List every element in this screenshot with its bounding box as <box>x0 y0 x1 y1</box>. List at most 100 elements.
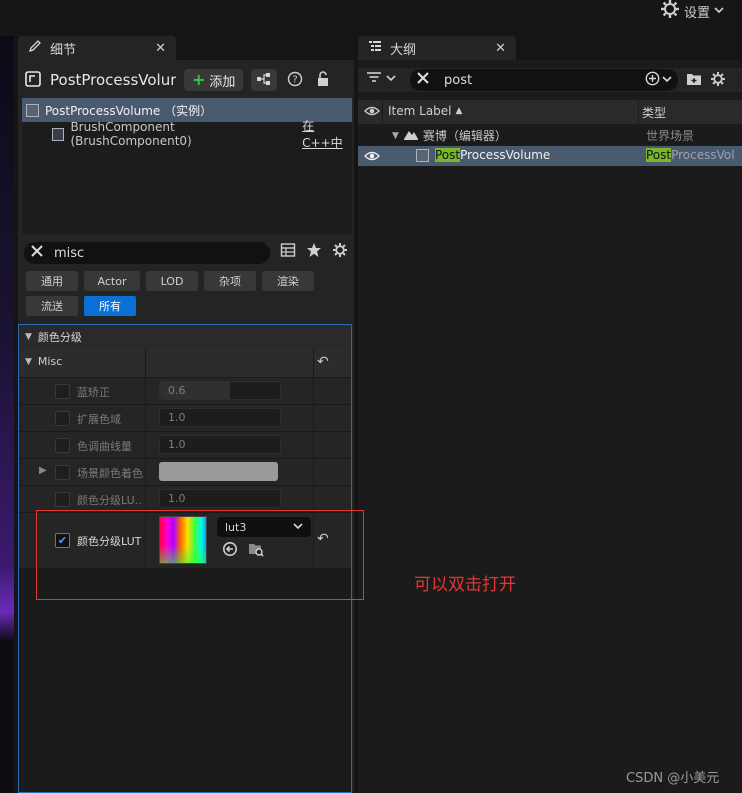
lock-button[interactable] <box>313 70 333 90</box>
top-bar: 设置 <box>0 0 742 36</box>
add-component-button[interactable]: + 添加 <box>184 69 244 91</box>
cpp-link[interactable]: 在C++中 <box>302 117 352 151</box>
details-panel: PostProcessVolur + 添加 ? PostProcessVolum… <box>18 60 354 793</box>
tab-details[interactable]: 细节 ✕ <box>18 36 176 60</box>
number-field[interactable]: 1.0 <box>159 489 281 508</box>
add-label: 添加 <box>209 74 236 90</box>
filter-chip[interactable]: LOD <box>146 271 198 291</box>
override-checkbox[interactable] <box>55 438 70 453</box>
filter-icon <box>366 70 382 87</box>
outliner-panel: post Item Label ▲ 类型 ▼ 赛博（编辑器） 世界场景 Post… <box>358 60 742 793</box>
filter-chip[interactable]: 杂项 <box>204 271 256 291</box>
chevron-down-icon <box>386 72 396 86</box>
search-value: misc <box>54 245 85 261</box>
filter-chip[interactable]: 流送 <box>26 296 78 316</box>
new-folder-icon[interactable] <box>686 72 702 89</box>
settings-label: 设置 <box>683 5 710 21</box>
outliner-item-type-match: Post <box>646 148 672 162</box>
cube-icon <box>52 127 65 141</box>
property-name: 颜色分级LU... <box>77 494 143 507</box>
property-name: 扩展色域 <box>77 413 121 426</box>
reset-icon[interactable]: ↶ <box>317 354 329 370</box>
gear-icon[interactable] <box>332 242 348 261</box>
type-column-heading[interactable]: 类型 <box>642 104 666 121</box>
number-field[interactable]: 1.0 <box>159 435 281 454</box>
expand-triangle-icon[interactable]: ▼ <box>392 131 399 141</box>
property-row: ▶ 场景颜色着色 <box>19 458 351 485</box>
visibility-eye-icon[interactable] <box>364 104 380 121</box>
list-icon <box>368 39 382 57</box>
number-field[interactable]: 0.6 <box>159 381 281 400</box>
override-checkbox[interactable] <box>55 411 70 426</box>
expand-arrow-icon[interactable]: ▶ <box>39 465 47 476</box>
annotation-highlight-box <box>36 510 364 600</box>
settings-button[interactable]: 设置 <box>660 0 724 22</box>
actor-name[interactable]: PostProcessVolur <box>50 71 176 89</box>
world-icon <box>403 127 419 144</box>
outliner-toolbar-icons <box>686 71 726 90</box>
override-checkbox[interactable] <box>55 384 70 399</box>
filter-button[interactable] <box>366 70 396 87</box>
table-view-icon[interactable] <box>280 242 296 261</box>
tab-outliner-label: 大纲 <box>390 42 417 58</box>
subcategory-label: Misc <box>37 355 63 368</box>
actor-icon <box>24 70 42 91</box>
plus-circle-icon <box>645 71 660 90</box>
gear-icon[interactable] <box>710 71 726 90</box>
number-value: 1.0 <box>168 492 186 505</box>
property-row: 扩展色域 1.0 <box>19 404 351 431</box>
help-icon: ? <box>287 71 303 90</box>
tree-item-label: PostProcessVolume （实例） <box>45 103 213 118</box>
details-search-input[interactable]: misc <box>24 242 270 264</box>
number-value: 1.0 <box>168 438 186 451</box>
add-filter-button[interactable] <box>645 71 672 90</box>
svg-text:?: ? <box>293 74 298 85</box>
clear-search-icon[interactable] <box>30 244 44 262</box>
outliner-search-input[interactable]: post <box>410 69 678 91</box>
cube-icon <box>26 103 39 117</box>
override-checkbox[interactable] <box>55 492 70 507</box>
filter-row-2: 流送 所有 <box>26 296 136 316</box>
outliner-toolbar: post <box>358 68 742 92</box>
filter-chip[interactable]: 通用 <box>26 271 78 291</box>
color-swatch[interactable] <box>159 462 278 481</box>
tab-outliner[interactable]: 大纲 ✕ <box>358 36 516 60</box>
details-header: PostProcessVolur + 添加 ? <box>24 68 350 92</box>
item-label-column[interactable]: Item Label ▲ <box>388 104 462 118</box>
tree-item-child[interactable]: BrushComponent (BrushComponent0) 在C++中 <box>22 119 352 150</box>
number-field[interactable]: 1.0 <box>159 408 281 427</box>
property-row: 色调曲线量 1.0 <box>19 431 351 458</box>
outliner-item-type-rest: ProcessVol <box>671 148 735 162</box>
property-name: 场景颜色着色 <box>77 467 143 480</box>
subcategory-header[interactable]: ▼ Misc ↶ <box>19 349 351 377</box>
filter-chip[interactable]: 渲染 <box>262 271 314 291</box>
cube-icon <box>416 148 429 162</box>
visibility-eye-icon[interactable] <box>364 149 380 166</box>
filter-chip[interactable]: Actor <box>84 271 140 291</box>
clear-search-icon[interactable] <box>416 71 430 89</box>
watermark: CSDN @小美元 <box>626 771 720 786</box>
property-row: 颜色分级LU... 1.0 <box>19 485 351 512</box>
search-value: post <box>444 72 473 88</box>
category-header[interactable]: ▼ 颜色分级 <box>19 325 351 349</box>
outliner-row-selected[interactable]: PostProcessVolume PostProcessVol <box>358 146 742 166</box>
outliner-item-name: 赛博（编辑器） <box>422 129 507 143</box>
property-row: 蓝矫正 0.6 <box>19 377 351 404</box>
blueprint-button[interactable] <box>251 69 278 91</box>
unlock-icon <box>316 70 330 90</box>
override-checkbox[interactable] <box>55 465 70 480</box>
category-label: 颜色分级 <box>37 331 82 344</box>
plus-icon: + <box>192 70 206 89</box>
outliner-row[interactable]: ▼ 赛博（编辑器） 世界场景 <box>358 125 742 145</box>
star-icon[interactable] <box>306 242 322 261</box>
outliner-item-name-match: Post <box>435 148 461 162</box>
number-value: 0.6 <box>168 384 186 397</box>
component-tree: PostProcessVolume （实例） BrushComponent (B… <box>22 98 352 234</box>
help-button[interactable]: ? <box>285 70 305 90</box>
chevron-down-icon <box>714 4 724 19</box>
close-icon[interactable]: ✕ <box>495 41 506 56</box>
property-name: 色调曲线量 <box>77 440 132 453</box>
close-icon[interactable]: ✕ <box>155 41 166 56</box>
filter-chip-active[interactable]: 所有 <box>84 296 136 316</box>
gear-icon <box>660 0 680 23</box>
